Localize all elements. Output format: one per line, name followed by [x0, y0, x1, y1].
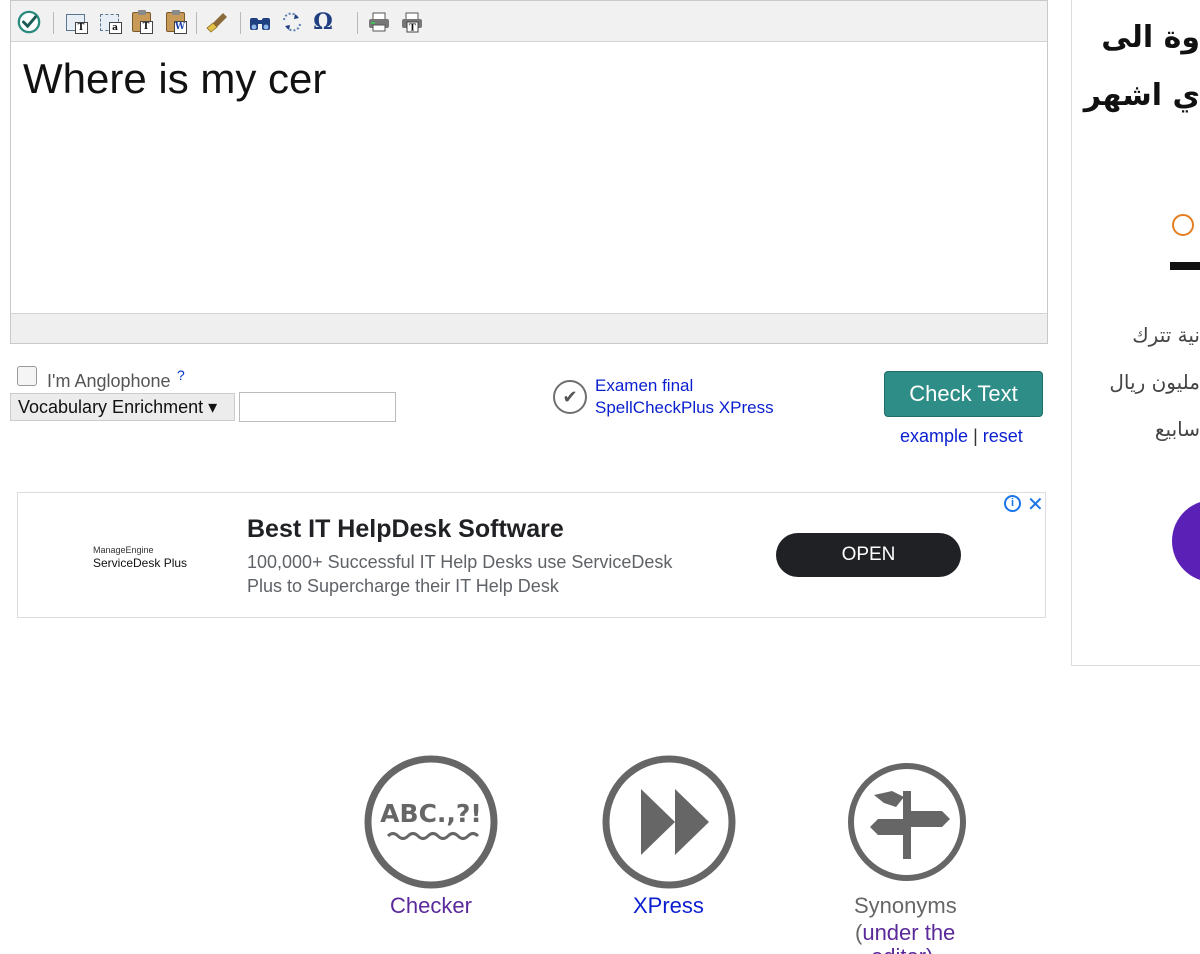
xpress-link[interactable]: SpellCheckPlus XPress: [595, 398, 774, 418]
synonyms-note-link[interactable]: under the: [862, 920, 955, 945]
ad-brand-main: ServiceDesk Plus: [93, 556, 188, 570]
vocabulary-input[interactable]: [239, 392, 396, 422]
anglophone-help-link[interactable]: ?: [177, 367, 185, 383]
editor-toolbar: T a T W Ω T: [11, 1, 1047, 42]
editor-status-bar: [11, 313, 1047, 343]
reset-link[interactable]: reset: [983, 426, 1023, 446]
synonyms-label: Synonyms: [854, 893, 957, 918]
example-reset-links: example | reset: [900, 426, 1023, 447]
special-char-icon[interactable]: Ω: [311, 9, 335, 35]
checker-icon-text: ABC.,?!: [380, 799, 482, 828]
signpost-icon[interactable]: [846, 761, 968, 883]
xpress-nav-link[interactable]: XPress: [633, 893, 704, 919]
sidebar-ad[interactable]: وة الى ي اشهر نية تترك مليون ريال سابيع: [1071, 0, 1200, 666]
vocabulary-select[interactable]: Vocabulary Enrichment ▾: [10, 393, 235, 421]
svg-text:T: T: [409, 24, 416, 34]
sidebar-logo-icon: [1172, 214, 1194, 236]
ad-close-icon[interactable]: ✕: [1027, 492, 1044, 516]
paste-word-icon[interactable]: W: [163, 10, 187, 34]
sidebar-action-button[interactable]: [1172, 500, 1200, 582]
ad-brand-small: ManageEngine: [93, 545, 154, 555]
sidebar-text-line2: مليون ريال: [1109, 370, 1200, 394]
anglophone-checkbox[interactable]: [17, 366, 37, 386]
print-preview-icon[interactable]: T: [400, 10, 424, 34]
spellcheck-icon[interactable]: [17, 10, 41, 34]
ad-title[interactable]: Best IT HelpDesk Software: [247, 515, 564, 544]
advertisement[interactable]: ManageEngine ServiceDesk Plus Best IT He…: [17, 492, 1046, 618]
ad-description-line2: Plus to Supercharge their IT Help Desk: [247, 576, 559, 596]
find-icon[interactable]: [248, 10, 272, 34]
paste-text-icon[interactable]: T: [129, 10, 153, 34]
checker-link[interactable]: Checker: [390, 893, 472, 919]
sidebar-divider: [1170, 262, 1200, 270]
synonyms-note-line2[interactable]: editor): [871, 944, 933, 954]
sidebar-heading-line2: ي اشهر: [1083, 78, 1200, 113]
replace-icon[interactable]: [280, 10, 304, 34]
checker-icon[interactable]: ABC.,?!: [363, 754, 499, 890]
print-icon[interactable]: [367, 10, 391, 34]
sidebar-text-line3: سابيع: [1154, 417, 1200, 441]
example-link[interactable]: example: [900, 426, 968, 446]
fast-forward-icon[interactable]: [601, 754, 737, 890]
sidebar-text-line1: نية تترك: [1132, 323, 1200, 347]
exam-link[interactable]: Examen final: [595, 376, 693, 396]
link-separator: |: [973, 426, 978, 446]
check-text-button[interactable]: Check Text: [884, 371, 1043, 417]
text-editor: T a T W Ω T Where is my cer: [10, 0, 1048, 344]
sidebar-heading-line1: وة الى: [1101, 20, 1200, 55]
ad-info-icon[interactable]: i: [1004, 495, 1021, 512]
synonyms-note: (under the: [855, 920, 955, 946]
anglophone-label: I'm Anglophone: [47, 371, 171, 391]
clear-format-icon[interactable]: [205, 10, 229, 34]
ad-description-line1: 100,000+ Successful IT Help Desks use Se…: [247, 552, 673, 572]
check-circle-icon: ✔: [553, 380, 587, 414]
copy-alt-icon[interactable]: a: [97, 10, 122, 34]
ad-open-button[interactable]: OPEN: [776, 533, 961, 577]
editor-text-area[interactable]: Where is my cer: [11, 42, 1047, 314]
copy-text-icon[interactable]: T: [63, 10, 88, 34]
